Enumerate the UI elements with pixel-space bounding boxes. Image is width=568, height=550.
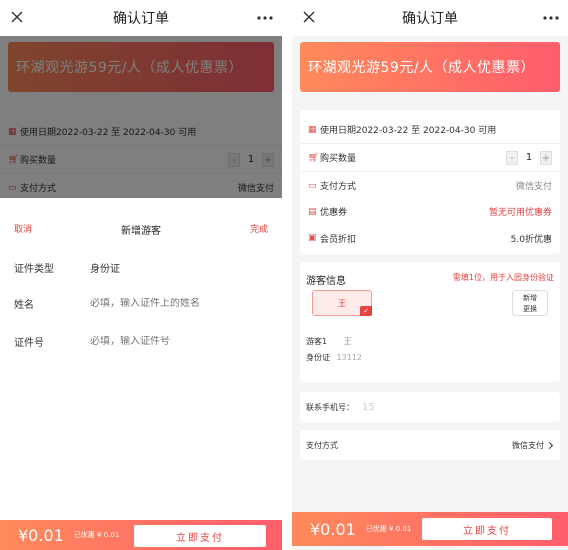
pay-bar: ¥0.01 已优惠 ¥ 0.01 立即支付 (0, 520, 282, 550)
add-visitor-line2: 更换 (523, 305, 537, 313)
coupon-row[interactable]: ▤ 优惠券 暂无可用优惠券 (300, 198, 560, 226)
member-icon: ▣ (308, 233, 317, 243)
usage-date-text: 使用日期2022-03-22 至 2022-04-30 可用 (320, 126, 497, 136)
coupon-label: 优惠券 (320, 208, 348, 218)
visitor-section-title: 游客信息 (306, 276, 346, 287)
page-title: 确认订单 (402, 11, 458, 27)
done-button[interactable]: 完成 (250, 222, 268, 235)
member-label: 会员折扣 (320, 234, 357, 245)
visitor-name: 王 (343, 337, 352, 346)
visitor-chip-name: 王 (338, 298, 346, 308)
total-price: ¥0.01 (310, 519, 356, 539)
quantity-row: 🛒︎ 购买数量 - 1 + (300, 144, 560, 172)
saved-amount: 已优惠 ¥ 0.01 (73, 531, 120, 539)
add-visitor-button[interactable]: 新增 更换 (512, 290, 548, 316)
quantity-plus-button[interactable]: + (540, 150, 552, 165)
sheet-header: 取消 新增游客 完成 (0, 222, 282, 237)
saved-amount: 已优惠 ¥ 0.01 (365, 525, 412, 533)
coupon-value: 暂无可用优惠券 (488, 208, 552, 218)
page-title: 确认订单 (113, 11, 169, 27)
visitor-chip[interactable]: 王 ✓ (312, 290, 372, 316)
chevron-right-icon (545, 441, 554, 449)
close-icon[interactable] (6, 6, 28, 28)
check-icon: ✓ (360, 306, 372, 316)
wallet-icon: ▭ (308, 180, 317, 191)
sheet-title: 新增游客 (121, 226, 161, 237)
id-number-field: 证件号 (14, 332, 268, 350)
member-discount-row: ▣ 会员折扣 5.0折优惠 (300, 224, 560, 252)
payment-value: 微信支付 (515, 182, 552, 192)
quantity-minus-button[interactable]: - (506, 150, 518, 165)
payment-label: 支付方式 (320, 182, 357, 192)
visitor-hint: 需填1位，用于入园身份验证 (452, 273, 554, 282)
modal-overlay[interactable] (0, 36, 282, 198)
usage-date-row: ▦ 使用日期2022-03-22 至 2022-04-30 可用 (300, 116, 560, 144)
payment-row[interactable]: ▭ 支付方式 微信支付 (300, 172, 560, 200)
pay-method-value-wrap: 微信支付 (512, 440, 554, 451)
left-screen: 确认订单 环湖观光游59元/人（成人优惠票） ▦ 使用日期2022-03-22 … (0, 0, 282, 550)
id-type-label: 证件类型 (14, 263, 54, 275)
total-price: ¥0.01 (18, 525, 64, 545)
contact-card: 联系手机号： 15 (300, 392, 560, 422)
calendar-icon: ▦ (308, 124, 317, 135)
nav-bar: 确认订单 (292, 0, 568, 36)
product-banner: 环湖观光游59元/人（成人优惠票） (300, 42, 560, 92)
contact-label: 联系手机号： (306, 402, 354, 412)
quantity-value: 1 (525, 151, 533, 163)
order-card: ▦ 使用日期2022-03-22 至 2022-04-30 可用 🛒︎ 购买数量… (300, 110, 560, 254)
id-number-input[interactable] (90, 335, 268, 347)
visitor-label: 游客1 (306, 337, 328, 346)
close-icon[interactable] (298, 6, 320, 28)
id-type-value[interactable]: 身份证 (90, 260, 268, 275)
name-input[interactable] (90, 297, 268, 309)
pay-method-label: 支付方式 (306, 440, 338, 450)
product-title: 环湖观光游59元/人（成人优惠票） (308, 60, 536, 76)
nav-bar: 确认订单 (0, 0, 282, 36)
visitor-info-line: 游客1 王 (306, 336, 352, 347)
name-label: 姓名 (14, 299, 34, 311)
pay-now-label: 立即支付 (176, 532, 224, 544)
more-dots-icon[interactable] (542, 15, 560, 21)
pay-bar: ¥0.01 已优惠 ¥ 0.01 立即支付 (292, 512, 568, 546)
more-dots-icon[interactable] (256, 15, 274, 21)
visitor-id-label: 身份证 (306, 353, 330, 362)
visitor-id-line: 身份证 13112 (306, 352, 362, 363)
pay-now-label: 立即支付 (463, 525, 511, 537)
right-screen: 确认订单 环湖观光游59元/人（成人优惠票） ▦ 使用日期2022-03-22 … (292, 0, 568, 550)
pay-method-card[interactable]: 支付方式 微信支付 (300, 430, 560, 460)
contact-phone-input[interactable]: 15 (362, 402, 375, 413)
add-visitor-sheet: 取消 新增游客 完成 证件类型 身份证 姓名 证件号 (0, 198, 282, 550)
name-field: 姓名 (14, 294, 268, 312)
quantity-stepper: - 1 + (506, 150, 552, 165)
pay-now-button[interactable]: 立即支付 (134, 525, 266, 547)
visitor-id-value: 13112 (336, 353, 362, 362)
quantity-label: 购买数量 (320, 154, 357, 164)
id-type-field[interactable]: 证件类型 身份证 (14, 258, 268, 276)
visitor-card: 游客信息 需填1位，用于入园身份验证 王 ✓ 新增 更换 游客1 王 身份证 1… (300, 262, 560, 382)
coupon-icon: ▤ (308, 206, 317, 217)
pay-now-button[interactable]: 立即支付 (422, 518, 552, 540)
pay-method-value: 微信支付 (512, 440, 544, 450)
id-number-label: 证件号 (14, 337, 44, 349)
add-visitor-line1: 新增 (523, 294, 537, 302)
member-value: 5.0折优惠 (510, 234, 552, 245)
cart-icon: 🛒︎ (308, 152, 320, 163)
